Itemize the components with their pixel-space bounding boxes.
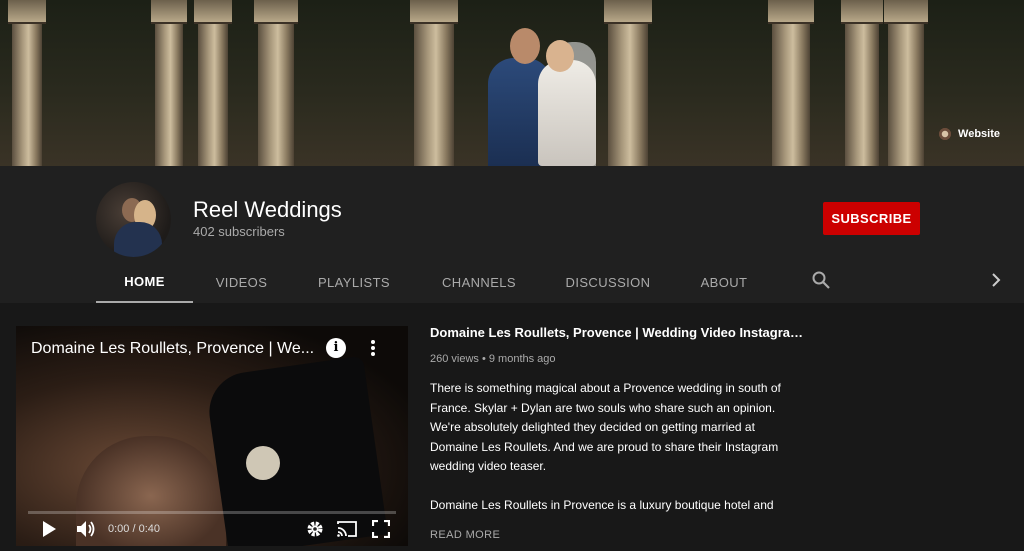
- info-icon[interactable]: i: [326, 338, 346, 358]
- chevron-right-icon[interactable]: [988, 272, 1004, 288]
- channel-avatar[interactable]: [96, 182, 171, 257]
- banner-pillar: [884, 0, 928, 166]
- channel-home-content: Domaine Les Roullets, Provence | We... i…: [0, 303, 1024, 551]
- tab-discussion[interactable]: DISCUSSION: [540, 262, 676, 303]
- banner-pillar: [410, 0, 458, 166]
- tab-about[interactable]: ABOUT: [676, 262, 772, 303]
- subscribe-button[interactable]: SUBSCRIBE: [823, 202, 920, 235]
- banner-pillar: [8, 0, 46, 166]
- video-player[interactable]: Domaine Les Roullets, Provence | We... i…: [16, 326, 408, 546]
- tab-channels[interactable]: CHANNELS: [418, 262, 540, 303]
- banner-pillar: [194, 0, 232, 166]
- channel-header: Reel Weddings 402 subscribers SUBSCRIBE …: [0, 166, 1024, 303]
- tab-videos[interactable]: VIDEOS: [193, 262, 290, 303]
- play-icon[interactable]: [40, 520, 58, 538]
- fullscreen-icon[interactable]: [372, 520, 390, 538]
- description-paragraph: Domaine Les Roullets in Provence is a lu…: [430, 498, 774, 512]
- banner-pillar: [604, 0, 652, 166]
- subscriber-count: 402 subscribers: [193, 224, 285, 239]
- channel-banner: Website: [0, 0, 1024, 166]
- video-progress-bar[interactable]: [28, 511, 396, 514]
- video-time: 0:00 / 0:40: [108, 523, 160, 535]
- channel-tabs: HOME VIDEOS PLAYLISTS CHANNELS DISCUSSIO…: [96, 262, 772, 303]
- featured-video-description: There is something magical about a Prove…: [430, 379, 805, 516]
- tab-playlists[interactable]: PLAYLISTS: [290, 262, 418, 303]
- website-link-label: Website: [958, 128, 1000, 140]
- read-more-link[interactable]: READ MORE: [430, 529, 500, 541]
- featured-video-info: Domaine Les Roullets, Provence | Wedding…: [430, 325, 805, 535]
- player-video-title[interactable]: Domaine Les Roullets, Provence | We...: [31, 340, 321, 358]
- banner-pillar: [841, 0, 883, 166]
- banner-pillar: [768, 0, 814, 166]
- banner-couple-image: [480, 20, 600, 166]
- settings-gear-icon[interactable]: [306, 520, 324, 538]
- banner-pillar: [151, 0, 187, 166]
- channel-name: Reel Weddings: [193, 197, 342, 222]
- website-favicon-icon: [938, 127, 953, 141]
- description-paragraph: There is something magical about a Prove…: [430, 381, 781, 473]
- website-link[interactable]: Website: [938, 127, 1000, 141]
- featured-video-meta: 260 views • 9 months ago: [430, 353, 556, 365]
- tab-home[interactable]: HOME: [96, 262, 193, 303]
- cast-icon[interactable]: [336, 520, 358, 538]
- more-options-icon[interactable]: [366, 338, 380, 358]
- featured-video-title[interactable]: Domaine Les Roullets, Provence | Wedding…: [430, 325, 805, 340]
- search-icon[interactable]: [811, 270, 831, 290]
- volume-icon[interactable]: [76, 520, 96, 538]
- banner-pillar: [254, 0, 298, 166]
